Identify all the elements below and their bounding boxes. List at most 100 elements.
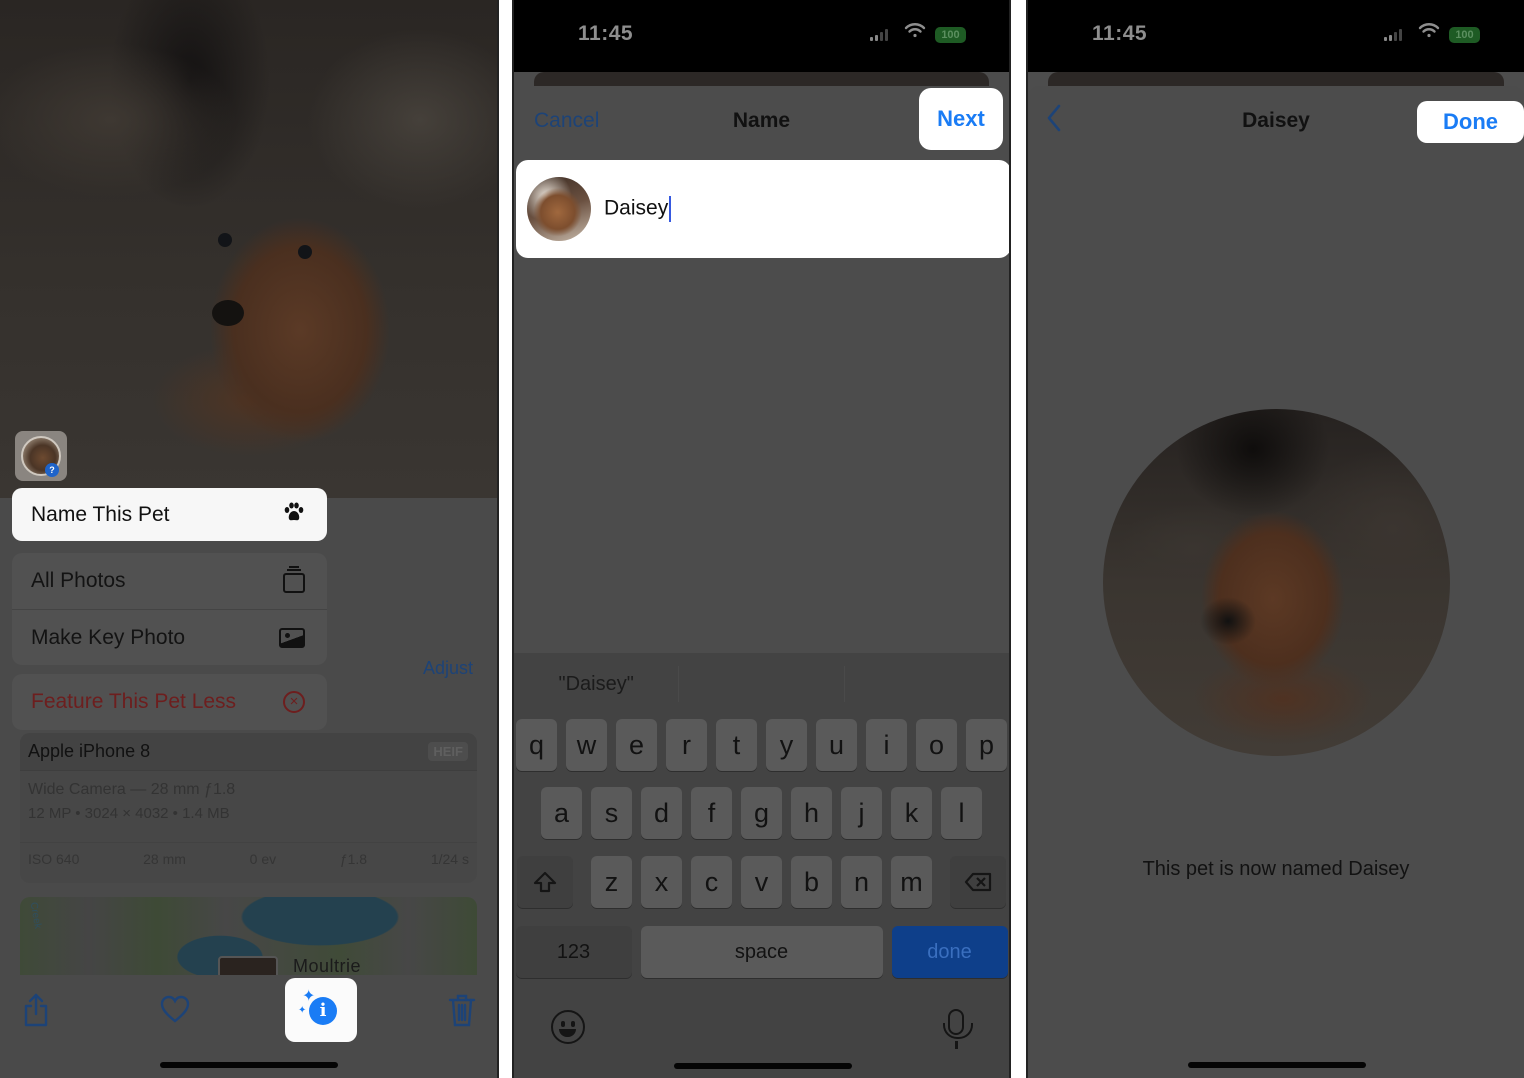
phone-screen-pet-named: 11:45 100 Daisey Done This pet is now na… xyxy=(1026,0,1524,1078)
menu-item-name-this-pet[interactable]: Name This Pet xyxy=(12,488,327,541)
exif-aperture: ƒ1.8 xyxy=(339,851,368,867)
key-j[interactable]: j xyxy=(841,787,882,839)
wifi-icon xyxy=(1418,22,1440,44)
heart-icon[interactable] xyxy=(160,995,190,1029)
key-o[interactable]: o xyxy=(916,719,957,771)
photo-icon xyxy=(279,627,305,648)
suggestion-3[interactable] xyxy=(843,666,1009,702)
suggestion-1[interactable]: "Daisey" xyxy=(514,666,678,702)
microphone-icon[interactable] xyxy=(943,1009,973,1039)
key-d[interactable]: d xyxy=(641,787,682,839)
menu-item-label: Feature This Pet Less xyxy=(31,690,237,713)
shift-key[interactable] xyxy=(517,856,573,908)
sparkle-icon: ✦ xyxy=(298,1005,307,1016)
key-row-4: 123 space done xyxy=(514,926,1009,978)
keyboard: "Daisey" qwertyuiop asdfghjkl zxcvbnm 12… xyxy=(514,653,1009,1078)
photo-stack-icon xyxy=(283,566,305,593)
trash-icon[interactable] xyxy=(448,993,476,1027)
done-key[interactable]: done xyxy=(891,926,1008,978)
status-bar: 11:45 100 xyxy=(514,0,1009,88)
menu-item-all-photos[interactable]: All Photos xyxy=(12,553,327,609)
map-place-label: Moultrie xyxy=(293,956,362,976)
key-s[interactable]: s xyxy=(591,787,632,839)
key-b[interactable]: b xyxy=(791,856,832,908)
key-u[interactable]: u xyxy=(816,719,857,771)
key-h[interactable]: h xyxy=(791,787,832,839)
share-icon[interactable] xyxy=(22,993,50,1027)
key-a[interactable]: a xyxy=(541,787,582,839)
space-key[interactable]: space xyxy=(640,926,883,978)
dog-eye xyxy=(218,233,232,247)
key-y[interactable]: y xyxy=(766,719,807,771)
microphone-stand xyxy=(955,1041,958,1049)
home-indicator[interactable] xyxy=(674,1063,852,1069)
name-input[interactable]: Daisey xyxy=(604,196,672,222)
phone-screen-name-pet: 11:45 100 Cancel Name Next Daisey "Daise… xyxy=(512,0,1011,1078)
pet-menu-group: All Photos Make Key Photo xyxy=(12,553,327,665)
next-button[interactable]: Next xyxy=(919,88,1003,150)
device-name: Apple iPhone 8 xyxy=(28,741,151,761)
exif-focal-length: 28 mm xyxy=(143,851,186,867)
exif-header: Apple iPhone 8 HEIF xyxy=(20,733,477,771)
unknown-pet-badge: ? xyxy=(45,463,59,477)
key-p[interactable]: p xyxy=(966,719,1007,771)
battery-indicator: 100 xyxy=(1449,27,1480,43)
key-w[interactable]: w xyxy=(566,719,607,771)
suggestion-bar: "Daisey" xyxy=(514,653,1009,715)
name-field-card[interactable]: Daisey xyxy=(516,160,1009,258)
key-c[interactable]: c xyxy=(691,856,732,908)
photo-toolbar: ✦ ✦ i xyxy=(0,975,497,1078)
status-bar: 11:45 100 xyxy=(1028,0,1524,88)
dog-nose xyxy=(212,300,244,326)
key-f[interactable]: f xyxy=(691,787,732,839)
done-button[interactable]: Done xyxy=(1417,101,1524,143)
paw-icon xyxy=(281,501,307,529)
pet-key-photo xyxy=(1103,409,1450,756)
home-indicator[interactable] xyxy=(1188,1062,1366,1068)
exif-info-card: Apple iPhone 8 HEIF Wide Camera — 28 mm … xyxy=(20,733,477,883)
key-e[interactable]: e xyxy=(616,719,657,771)
key-m[interactable]: m xyxy=(891,856,932,908)
name-input-value: Daisey xyxy=(604,196,669,220)
key-row-3: zxcvbnm xyxy=(514,856,1009,908)
key-t[interactable]: t xyxy=(716,719,757,771)
key-i[interactable]: i xyxy=(866,719,907,771)
lens-info: Wide Camera — 28 mm ƒ1.8 xyxy=(28,781,236,798)
key-q[interactable]: q xyxy=(516,719,557,771)
text-caret xyxy=(669,196,672,222)
pet-menu-danger-group: Feature This Pet Less × xyxy=(12,674,327,730)
key-z[interactable]: z xyxy=(591,856,632,908)
image-specs: 12 MP • 3024 × 4032 • 1.4 MB xyxy=(28,805,230,822)
status-time: 11:45 xyxy=(1092,22,1148,45)
key-v[interactable]: v xyxy=(741,856,782,908)
exif-shutter: 1/24 s xyxy=(430,851,469,867)
menu-item-make-key-photo[interactable]: Make Key Photo xyxy=(12,609,327,665)
home-indicator[interactable] xyxy=(160,1062,338,1068)
key-l[interactable]: l xyxy=(941,787,982,839)
adjust-link[interactable]: Adjust xyxy=(423,658,473,679)
key-row-1: qwertyuiop xyxy=(514,719,1009,771)
emoji-icon[interactable] xyxy=(551,1010,585,1044)
key-k[interactable]: k xyxy=(891,787,932,839)
letter-keys-row-3: zxcvbnm xyxy=(591,856,932,908)
cellular-signal-icon xyxy=(1384,29,1402,41)
suggestion-2[interactable] xyxy=(678,666,843,702)
key-n[interactable]: n xyxy=(841,856,882,908)
status-time: 11:45 xyxy=(578,22,634,45)
back-chevron-icon[interactable] xyxy=(1046,104,1062,140)
exif-stats-row: ISO 640 28 mm 0 ev ƒ1.8 1/24 s xyxy=(20,842,477,867)
key-x[interactable]: x xyxy=(641,856,682,908)
pet-avatar xyxy=(527,177,591,241)
menu-item-label: All Photos xyxy=(31,569,126,592)
key-g[interactable]: g xyxy=(741,787,782,839)
menu-item-feature-less[interactable]: Feature This Pet Less × xyxy=(12,674,327,730)
key-r[interactable]: r xyxy=(666,719,707,771)
numbers-key[interactable]: 123 xyxy=(515,926,632,978)
info-button[interactable]: ✦ ✦ i xyxy=(285,978,357,1042)
backspace-key[interactable] xyxy=(950,856,1006,908)
cancel-button[interactable]: Cancel xyxy=(534,109,599,133)
cellular-signal-icon xyxy=(870,29,888,41)
exif-exposure-bias: 0 ev xyxy=(249,851,277,867)
pet-face-chip[interactable]: ? xyxy=(15,431,67,481)
pet-detail-sheet: Daisey Done This pet is now named Daisey xyxy=(1028,86,1524,1078)
